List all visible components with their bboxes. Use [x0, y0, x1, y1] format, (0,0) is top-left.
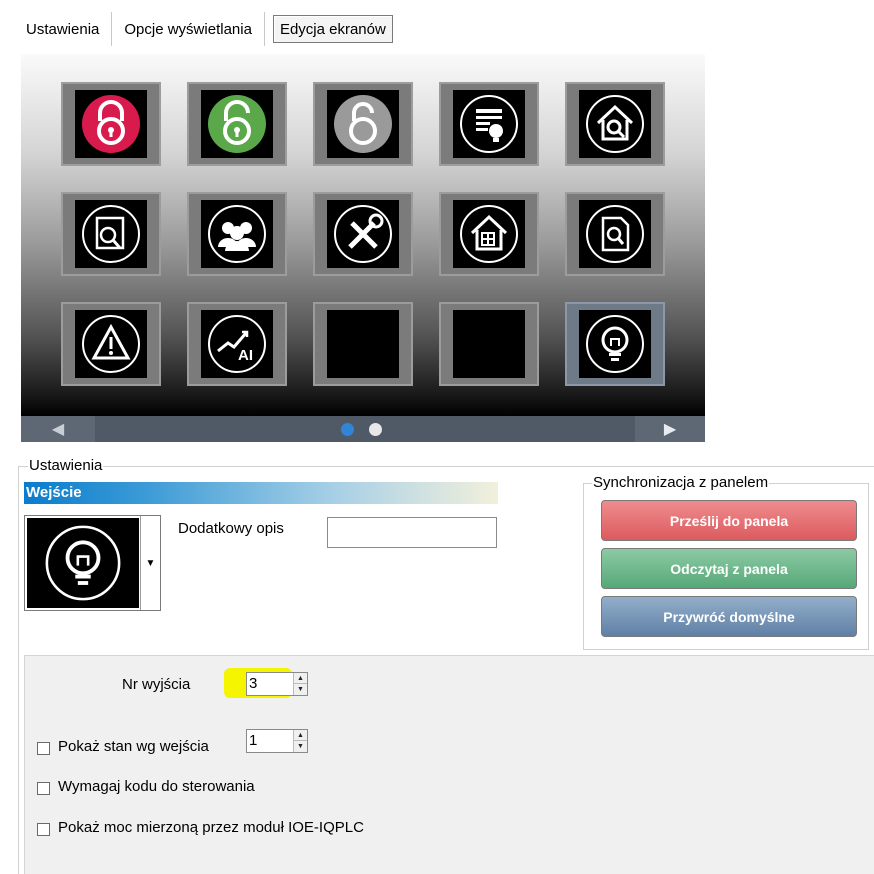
next-page-button[interactable]: ▶: [635, 416, 705, 442]
document-search-icon: [75, 200, 147, 268]
spinner-down-icon[interactable]: ▼: [294, 741, 307, 752]
tab-display-options[interactable]: Opcje wyświetlania: [112, 12, 265, 46]
send-to-panel-button[interactable]: Prześlij do panela: [601, 500, 857, 541]
lightbulb-icon: [27, 518, 139, 608]
dropdown-arrow-icon[interactable]: ▼: [140, 516, 160, 610]
tile-8[interactable]: [313, 192, 413, 276]
tile-10[interactable]: [565, 192, 665, 276]
lightbulb-icon: [579, 310, 651, 378]
tab-screen-edit-label: Edycja ekranów: [279, 20, 386, 38]
restore-defaults-button[interactable]: Przywróć domyślne: [601, 596, 857, 637]
home-window-icon: [453, 200, 525, 268]
file-search-icon: [579, 200, 651, 268]
tile-7[interactable]: [187, 192, 287, 276]
red-padlock-closed-icon: [75, 90, 147, 158]
tab-display-options-label: Opcje wyświetlania: [124, 20, 252, 38]
home-search-icon: [579, 90, 651, 158]
tab-settings-label: Ustawienia: [26, 20, 100, 38]
show-state-checkbox[interactable]: [37, 742, 50, 755]
tab-bar: Ustawienia Opcje wyświetlania Edycja ekr…: [14, 12, 397, 46]
extra-desc-label: Dodatkowy opis: [178, 520, 284, 537]
tab-screen-edit[interactable]: Edycja ekranów: [269, 12, 397, 46]
output-number-label: Nr wyjścia: [122, 676, 191, 693]
settings-group-label: Ustawienia: [28, 457, 104, 474]
page-dot-2[interactable]: [369, 423, 382, 436]
warning-icon: [75, 310, 147, 378]
prev-page-button[interactable]: ◀: [21, 416, 95, 442]
require-code-label: Wymagaj kodu do sterowania: [58, 778, 255, 795]
tile-6[interactable]: [61, 192, 161, 276]
tile-11[interactable]: [61, 302, 161, 386]
tile-3[interactable]: [313, 82, 413, 166]
green-padlock-open-icon: [201, 90, 273, 158]
device-screen-preview: AI ◀ ▶: [21, 54, 705, 442]
empty-tile: [453, 310, 525, 378]
gray-padlock-icon: [327, 90, 399, 158]
tile-4[interactable]: [439, 82, 539, 166]
screen-pager-bar: [21, 416, 705, 442]
users-group-icon: [201, 200, 273, 268]
read-from-panel-button[interactable]: Odczytaj z panela: [601, 548, 857, 589]
extra-desc-input[interactable]: [327, 517, 497, 548]
empty-tile: [327, 310, 399, 378]
page-dot-1-active[interactable]: [341, 423, 354, 436]
show-state-spinner[interactable]: 1 ▲ ▼: [246, 729, 308, 753]
tools-icon: [327, 200, 399, 268]
section-title-bar: Wejście: [24, 482, 498, 504]
spinner-up-icon[interactable]: ▲: [294, 730, 307, 741]
tile-14-empty[interactable]: [439, 302, 539, 386]
require-code-checkbox[interactable]: [37, 782, 50, 795]
tile-5[interactable]: [565, 82, 665, 166]
show-state-value: 1: [249, 732, 258, 749]
output-number-spinner[interactable]: 3 ▲ ▼: [246, 672, 308, 696]
spinner-down-icon[interactable]: ▼: [294, 684, 307, 695]
show-state-label: Pokaż stan wg wejścia: [58, 738, 209, 755]
tab-settings[interactable]: Ustawienia: [14, 12, 113, 46]
show-power-checkbox[interactable]: [37, 823, 50, 836]
tile-15-selected[interactable]: [565, 302, 665, 386]
tile-13-empty[interactable]: [313, 302, 413, 386]
prev-arrow-icon: ◀: [51, 421, 65, 438]
tile-2[interactable]: [187, 82, 287, 166]
next-arrow-icon: ▶: [663, 421, 677, 438]
list-lightbulb-icon: [453, 90, 525, 158]
show-power-label: Pokaż moc mierzoną przez moduł IOE-IQPLC: [58, 819, 364, 836]
icon-dropdown[interactable]: ▼: [24, 515, 161, 611]
svg-text:AI: AI: [238, 347, 253, 364]
spinner-up-icon[interactable]: ▲: [294, 673, 307, 684]
sync-group-label: Synchronizacja z panelem: [592, 474, 770, 491]
tile-12[interactable]: AI: [187, 302, 287, 386]
tile-1[interactable]: [61, 82, 161, 166]
output-number-value: 3: [249, 675, 258, 692]
tile-9[interactable]: [439, 192, 539, 276]
analog-input-chart-icon: AI: [201, 310, 273, 378]
